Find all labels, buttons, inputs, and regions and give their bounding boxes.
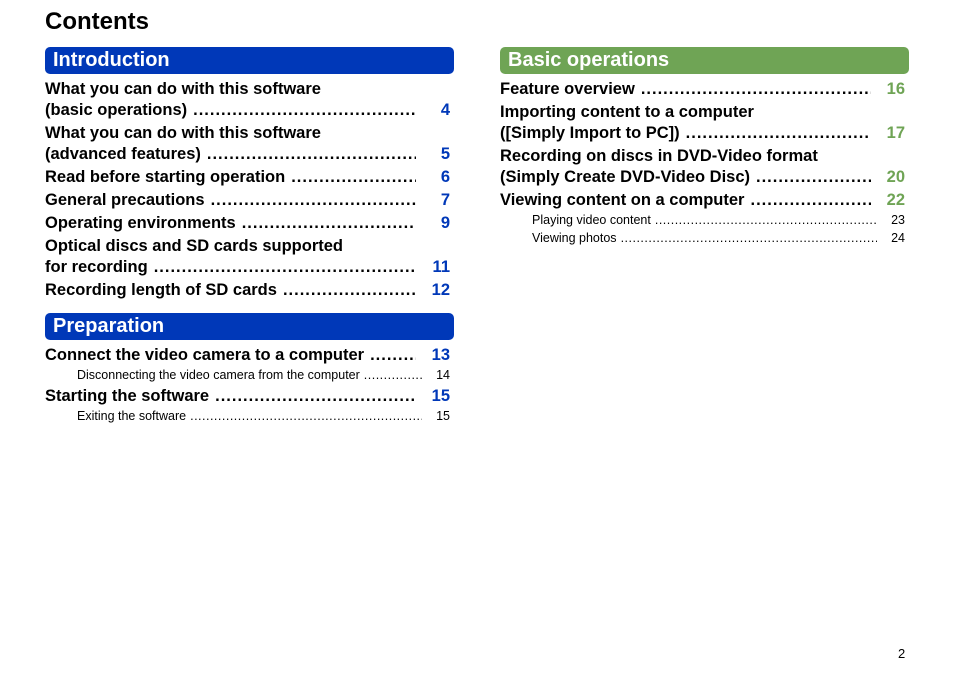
page-link[interactable]: 20 [871, 167, 909, 188]
page-link[interactable]: 22 [871, 190, 909, 211]
entry-label: Feature overview [500, 80, 635, 98]
toc-entry[interactable]: Connect the video camera to a computer..… [45, 345, 454, 366]
page-link[interactable]: 23 [877, 211, 909, 229]
subentry-label: Exiting the software [77, 409, 187, 423]
entry-line1: Recording on discs in DVD-Video format [500, 147, 818, 165]
entry-label: for recording [45, 258, 148, 276]
toc-entry[interactable]: What you can do with this software (adva… [45, 123, 454, 165]
leader-dots: ........................................… [206, 145, 416, 163]
entry-label: General precautions [45, 191, 205, 209]
toc-entry[interactable]: Feature overview........................… [500, 79, 909, 100]
left-column: Introduction What you can do with this s… [45, 47, 454, 427]
toc-entry[interactable]: General precautions.....................… [45, 190, 454, 211]
leader-dots: ........................................… [620, 231, 877, 245]
leader-dots: ........................................… [756, 168, 871, 186]
entry-label: Operating environments [45, 214, 236, 232]
leader-dots: ........................................… [153, 258, 416, 276]
toc-entry[interactable]: Recording on discs in DVD-Video format (… [500, 146, 909, 188]
toc-subentry[interactable]: Viewing photos .........................… [500, 229, 909, 247]
page-link[interactable]: 14 [422, 366, 454, 384]
page-link[interactable]: 5 [416, 144, 454, 165]
page-link[interactable]: 15 [422, 407, 454, 425]
introduction-entries: What you can do with this software (basi… [45, 79, 454, 301]
leader-dots: ........................................… [190, 409, 422, 423]
section-header-basic-operations: Basic operations [500, 47, 909, 74]
toc-subentry[interactable]: Exiting the software ...................… [45, 407, 454, 425]
page-link[interactable]: 13 [416, 345, 454, 366]
entry-line1: What you can do with this software [45, 124, 321, 142]
entry-label: Read before starting operation [45, 168, 286, 186]
entry-line1: What you can do with this software [45, 80, 321, 98]
entry-label: Viewing content on a computer [500, 191, 745, 209]
leader-dots: ........................................… [685, 124, 871, 142]
page-link[interactable]: 7 [416, 190, 454, 211]
leader-dots: ........................................… [370, 346, 416, 364]
entry-label: (basic operations) [45, 101, 188, 119]
leader-dots: ........................................… [210, 191, 416, 209]
toc-entry[interactable]: What you can do with this software (basi… [45, 79, 454, 121]
subentry-label: Viewing photos [532, 231, 617, 245]
leader-dots: ........................................… [282, 281, 416, 299]
toc-entry[interactable]: Recording length of SD cards............… [45, 280, 454, 301]
entry-label: Starting the software [45, 387, 210, 405]
toc-entry[interactable]: Viewing content on a computer...........… [500, 190, 909, 211]
page-link[interactable]: 11 [416, 257, 454, 278]
toc-entry[interactable]: Importing content to a computer ([Simply… [500, 102, 909, 144]
entry-label: (advanced features) [45, 145, 201, 163]
page-link[interactable]: 6 [416, 167, 454, 188]
subentry-label: Playing video content [532, 213, 651, 227]
toc-entry[interactable]: Starting the software...................… [45, 386, 454, 407]
entry-label: (Simply Create DVD-Video Disc) [500, 168, 751, 186]
leader-dots: ........................................… [363, 368, 422, 382]
page-number: 2 [898, 646, 906, 661]
leader-dots: ........................................… [193, 101, 416, 119]
toc-subentry[interactable]: Playing video content ..................… [500, 211, 909, 229]
page-link[interactable]: 9 [416, 213, 454, 234]
toc-entry[interactable]: Optical discs and SD cards supported for… [45, 236, 454, 278]
leader-dots: ........................................… [654, 213, 877, 227]
entry-label: Connect the video camera to a computer [45, 346, 365, 364]
leader-dots: ........................................… [750, 191, 871, 209]
section-header-introduction: Introduction [45, 47, 454, 74]
page-link[interactable]: 24 [877, 229, 909, 247]
page-link[interactable]: 17 [871, 123, 909, 144]
leader-dots: ........................................… [215, 387, 416, 405]
right-column: Basic operations Feature overview.......… [500, 47, 909, 249]
toc-entry[interactable]: Read before starting operation..........… [45, 167, 454, 188]
subentry-label: Disconnecting the video camera from the … [77, 368, 360, 382]
page-link[interactable]: 16 [871, 79, 909, 100]
page-link[interactable]: 4 [416, 100, 454, 121]
toc-entry[interactable]: Operating environments..................… [45, 213, 454, 234]
preparation-entries: Connect the video camera to a computer..… [45, 345, 454, 425]
toc-subentry[interactable]: Disconnecting the video camera from the … [45, 366, 454, 384]
leader-dots: ........................................… [291, 168, 416, 186]
page-link[interactable]: 12 [416, 280, 454, 301]
page-link[interactable]: 15 [416, 386, 454, 407]
entry-line1: Optical discs and SD cards supported [45, 237, 343, 255]
entry-line1: Importing content to a computer [500, 103, 754, 121]
entry-label: ([Simply Import to PC]) [500, 124, 680, 142]
leader-dots: ........................................… [640, 80, 871, 98]
leader-dots: ........................................… [241, 214, 416, 232]
section-header-preparation: Preparation [45, 313, 454, 340]
page-title: Contents [45, 8, 149, 35]
entry-label: Recording length of SD cards [45, 281, 277, 299]
basic-operations-entries: Feature overview........................… [500, 79, 909, 247]
